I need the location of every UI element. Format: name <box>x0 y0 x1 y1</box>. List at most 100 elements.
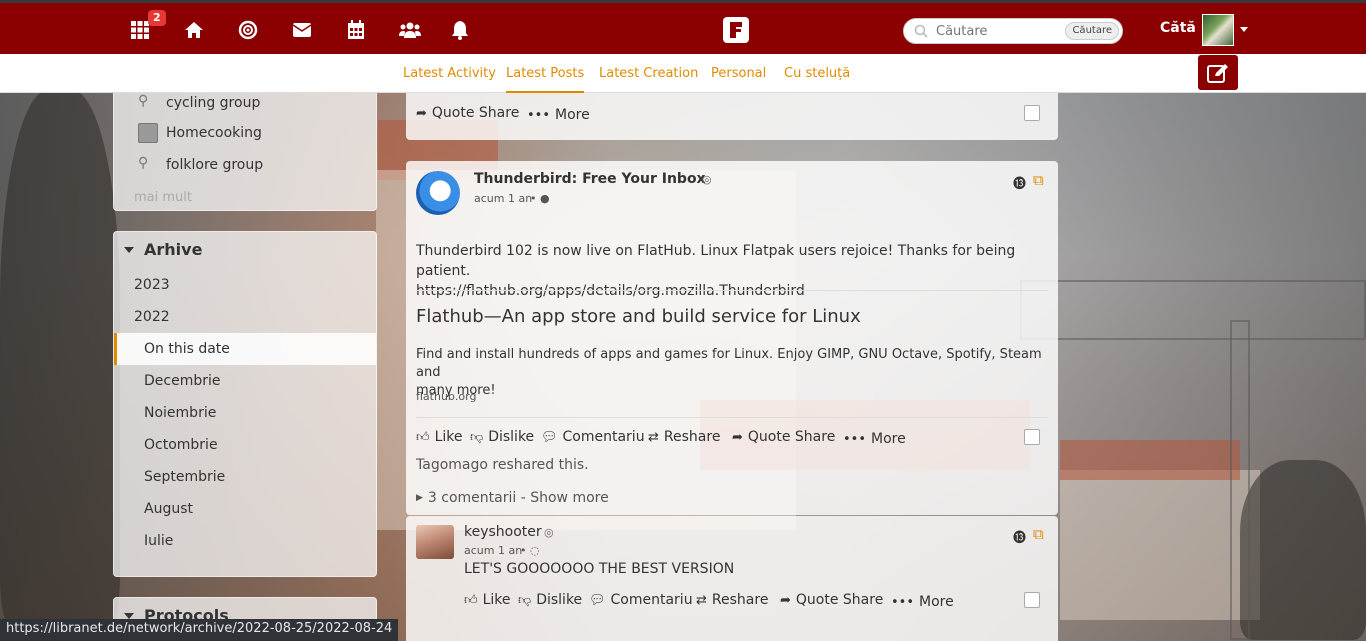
group-label: Homecooking <box>166 125 262 141</box>
select-checkbox[interactable] <box>1024 105 1040 121</box>
collapse-triangle-icon <box>124 612 134 619</box>
more-button[interactable]: ••• More <box>527 107 590 123</box>
archive-month[interactable]: Noiembrie <box>144 405 216 421</box>
more-groups-link[interactable]: mai mult <box>134 190 192 205</box>
dislike-button[interactable]: 👎︎ Dislike <box>470 429 534 445</box>
like-button[interactable]: 👍︎ Like <box>416 429 463 445</box>
thumbs-down-icon: 👎︎ <box>470 429 484 445</box>
network-icon: ◎ <box>544 526 554 539</box>
calendar-icon[interactable] <box>343 17 369 43</box>
tab-starred[interactable]: Cu steluță <box>784 66 850 81</box>
user-menu-caret-icon[interactable] <box>1240 27 1248 32</box>
network-icon: ◎ <box>702 173 712 186</box>
quote-share-label: Quote Share <box>795 592 884 608</box>
keyshooter-avatar[interactable] <box>416 525 454 559</box>
archive-header[interactable]: Arhive <box>124 240 202 259</box>
dislike-label: Dislike <box>488 429 535 445</box>
group-label: cycling group <box>166 95 261 111</box>
link-card-domain[interactable]: flathub.org <box>416 390 476 403</box>
users-icon[interactable] <box>397 17 423 43</box>
group-avatar <box>138 123 158 143</box>
link-card-desc-line: Find and install hundreds of apps and ga… <box>416 347 1042 380</box>
envelope-icon[interactable] <box>289 17 315 43</box>
post-author[interactable]: Thunderbird: Free Your Inbox <box>474 171 706 187</box>
group-item[interactable]: ⚲ folklore group <box>138 155 263 175</box>
retweet-icon: ⇄ <box>696 592 707 608</box>
comment-author[interactable]: keyshooter <box>464 524 542 540</box>
archive-panel: Arhive 2023 2022 On this date Decembrie … <box>113 231 377 577</box>
tab-latest-posts[interactable]: Latest Posts <box>506 66 585 94</box>
post-body-link[interactable]: https://flathub.org/apps/details/org.moz… <box>416 281 1058 301</box>
link-card-desc-line: many more! <box>416 383 496 398</box>
search-input[interactable] <box>936 22 1064 41</box>
compose-button[interactable] <box>1198 55 1238 90</box>
tab-personal[interactable]: Personal <box>711 66 766 81</box>
divider <box>416 417 1048 418</box>
archive-month[interactable]: Decembrie <box>144 373 221 389</box>
archive-month[interactable]: Iulie <box>144 533 173 549</box>
reshare-button[interactable]: ⇄ Reshare <box>648 429 720 445</box>
mastodon-icon: ⓭ <box>1013 531 1027 546</box>
post-body: Thunderbird 102 is now live on FlatHub. … <box>416 241 1058 301</box>
target-icon[interactable] <box>235 17 261 43</box>
like-label: Like <box>434 429 463 445</box>
quote-share-button[interactable]: ➦ Quote Share <box>780 592 883 608</box>
tab-latest-activity[interactable]: Latest Activity <box>403 66 496 81</box>
comment-time[interactable]: acum 1 an <box>464 544 522 557</box>
quote-share-label: Quote Share <box>431 105 520 121</box>
top-navbar: 2 Căutare Cătă <box>0 0 1366 54</box>
bell-icon[interactable] <box>447 17 473 43</box>
like-button[interactable]: 👍︎ Like <box>464 592 511 608</box>
comment-body: LET'S GOOOOOOO THE BEST VERSION <box>464 561 735 577</box>
share-icon: ➦ <box>416 105 427 121</box>
link-card-title[interactable]: Flathub—An app store and build service f… <box>416 306 861 327</box>
home-icon[interactable] <box>181 17 207 43</box>
comment-icon: 💬︎ <box>541 429 558 445</box>
thumbs-up-icon: 👍︎ <box>416 429 430 445</box>
ellipsis-icon: ••• <box>527 107 551 123</box>
divider <box>416 290 1048 291</box>
quote-share-label: Quote Share <box>747 429 836 445</box>
external-link-icon[interactable]: ⧉ <box>1033 525 1044 543</box>
show-comments-toggle[interactable]: ▶ 3 comentarii - Show more <box>416 490 609 506</box>
user-name[interactable]: Cătă <box>1160 20 1196 36</box>
like-label: Like <box>482 592 511 608</box>
archive-month[interactable]: Octombrie <box>144 437 218 453</box>
ellipsis-icon: ••• <box>891 594 915 610</box>
select-checkbox[interactable] <box>1024 429 1040 445</box>
ellipsis-icon: ••• <box>843 431 867 447</box>
user-avatar[interactable] <box>1202 14 1234 46</box>
more-button[interactable]: ••• More <box>891 594 954 610</box>
dislike-button[interactable]: 👎︎ Dislike <box>518 592 582 608</box>
comment-button[interactable]: 💬︎ Comentariu <box>541 429 645 445</box>
archive-month[interactable]: Septembrie <box>144 469 225 485</box>
dislike-label: Dislike <box>536 592 583 608</box>
reshare-button[interactable]: ⇄ Reshare <box>696 592 768 608</box>
external-link-icon[interactable]: ⧉ <box>1033 171 1044 189</box>
comment-label: Comentariu <box>610 592 693 608</box>
thumbs-up-icon: 👍︎ <box>464 592 478 608</box>
public-user-icon: • ● <box>530 192 550 205</box>
quote-share-button[interactable]: ➦ Quote Share <box>416 105 519 121</box>
post-time[interactable]: acum 1 an <box>474 192 532 205</box>
site-logo[interactable] <box>723 17 749 43</box>
more-button[interactable]: ••• More <box>843 431 906 447</box>
comment-button[interactable]: 💬︎ Comentariu <box>589 592 693 608</box>
archive-month-selected[interactable]: On this date <box>144 341 230 357</box>
thunderbird-avatar[interactable] <box>416 171 460 215</box>
reshared-by: Tagomago reshared this. <box>416 457 589 473</box>
group-label: folklore group <box>166 157 264 173</box>
content-tabs: Latest Activity Latest Posts Latest Crea… <box>0 54 1366 94</box>
archive-year[interactable]: 2023 <box>134 277 170 293</box>
group-item[interactable]: Homecooking <box>138 123 262 143</box>
tab-latest-creation[interactable]: Latest Creation <box>599 66 698 81</box>
select-checkbox[interactable] <box>1024 592 1040 608</box>
quote-share-button[interactable]: ➦ Quote Share <box>732 429 835 445</box>
archive-year[interactable]: 2022 <box>134 309 170 325</box>
search-button[interactable]: Căutare <box>1065 22 1119 40</box>
group-item[interactable]: ⚲ cycling group <box>138 93 260 113</box>
archive-title: Arhive <box>144 240 203 259</box>
groups-panel: ⚲ cycling group Homecooking ⚲ folklore g… <box>113 93 377 211</box>
group-icon: ⚲ <box>138 155 149 171</box>
archive-month[interactable]: August <box>144 501 193 517</box>
